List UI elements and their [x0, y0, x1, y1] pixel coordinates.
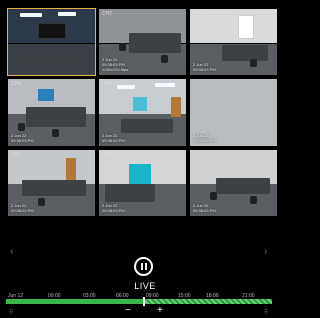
camera-name: CH3	[193, 11, 204, 17]
camera-tile-5[interactable]: CH5 2 Jun 22 09:38:03 PM	[98, 78, 187, 146]
camera-name: CH5	[102, 81, 113, 88]
camera-timestamp: 2 Jun 22 09:38:03 PM 1280x720 8fps	[102, 57, 129, 73]
camera-name: CH4	[11, 81, 22, 88]
camera-name: CH2	[102, 11, 113, 17]
timeline-cursor[interactable]	[143, 297, 145, 306]
pause-icon	[140, 263, 143, 270]
camera-grid: CH2 2 Jun 22 09:38:03 PM 1280x720 8fps CH3…	[7, 8, 278, 217]
pause-button[interactable]	[134, 257, 153, 276]
camera-tile-3[interactable]: CH3 2 Jun 22 09:38:03 PM	[189, 8, 278, 76]
playback-timeline[interactable]	[6, 297, 272, 306]
camera-timestamp: 2 Jun 22 09:38:03 PM	[11, 132, 34, 143]
camera-tile-1[interactable]	[7, 8, 96, 77]
camera-tile-9[interactable]: 2 Jun 22 09:38:03 PM	[189, 149, 278, 217]
live-label: LIVE	[134, 281, 156, 291]
previous-page-icon[interactable]: ‹	[10, 246, 13, 257]
timeline-future-region	[144, 299, 272, 304]
camera-tile-4[interactable]: CH4 2 Jun 22 09:38:03 PM	[7, 78, 96, 146]
top-bar	[0, 0, 278, 8]
camera-tile-8[interactable]: CH8 2 Jun 22 09:38:03 PM	[98, 149, 187, 217]
camera-timestamp: 2 Jun 22 09:38:03 PM	[102, 132, 125, 143]
camera-timestamp: 2 Jun 22 09:38:03 PM	[102, 203, 125, 213]
zoom-out-button[interactable]: −	[125, 305, 131, 316]
pause-icon	[144, 263, 147, 270]
camera-tile-6[interactable]: 2 Jun 22 09:38:03 PM	[189, 78, 278, 146]
zoom-in-button[interactable]: +	[157, 305, 163, 316]
grip-icon: ⠿	[9, 310, 14, 316]
grip-icon: ⠿	[264, 310, 269, 316]
next-page-icon[interactable]: ›	[264, 246, 267, 257]
camera-tile-7[interactable]: CH7 2 Jun 22 09:38:03 PM	[7, 149, 96, 217]
camera-name: CH8	[102, 151, 113, 158]
camera-timestamp: 2 Jun 22 09:38:03 PM	[193, 62, 216, 73]
camera-tile-2[interactable]: CH2 2 Jun 22 09:38:03 PM 1280x720 8fps	[98, 8, 187, 76]
camera-name: CH7	[11, 151, 22, 158]
camera-timestamp: 2 Jun 22 09:38:03 PM	[193, 132, 216, 143]
camera-timestamp: 2 Jun 22 09:38:03 PM	[11, 203, 34, 213]
camera-timestamp: 2 Jun 22 09:38:03 PM	[193, 203, 216, 213]
